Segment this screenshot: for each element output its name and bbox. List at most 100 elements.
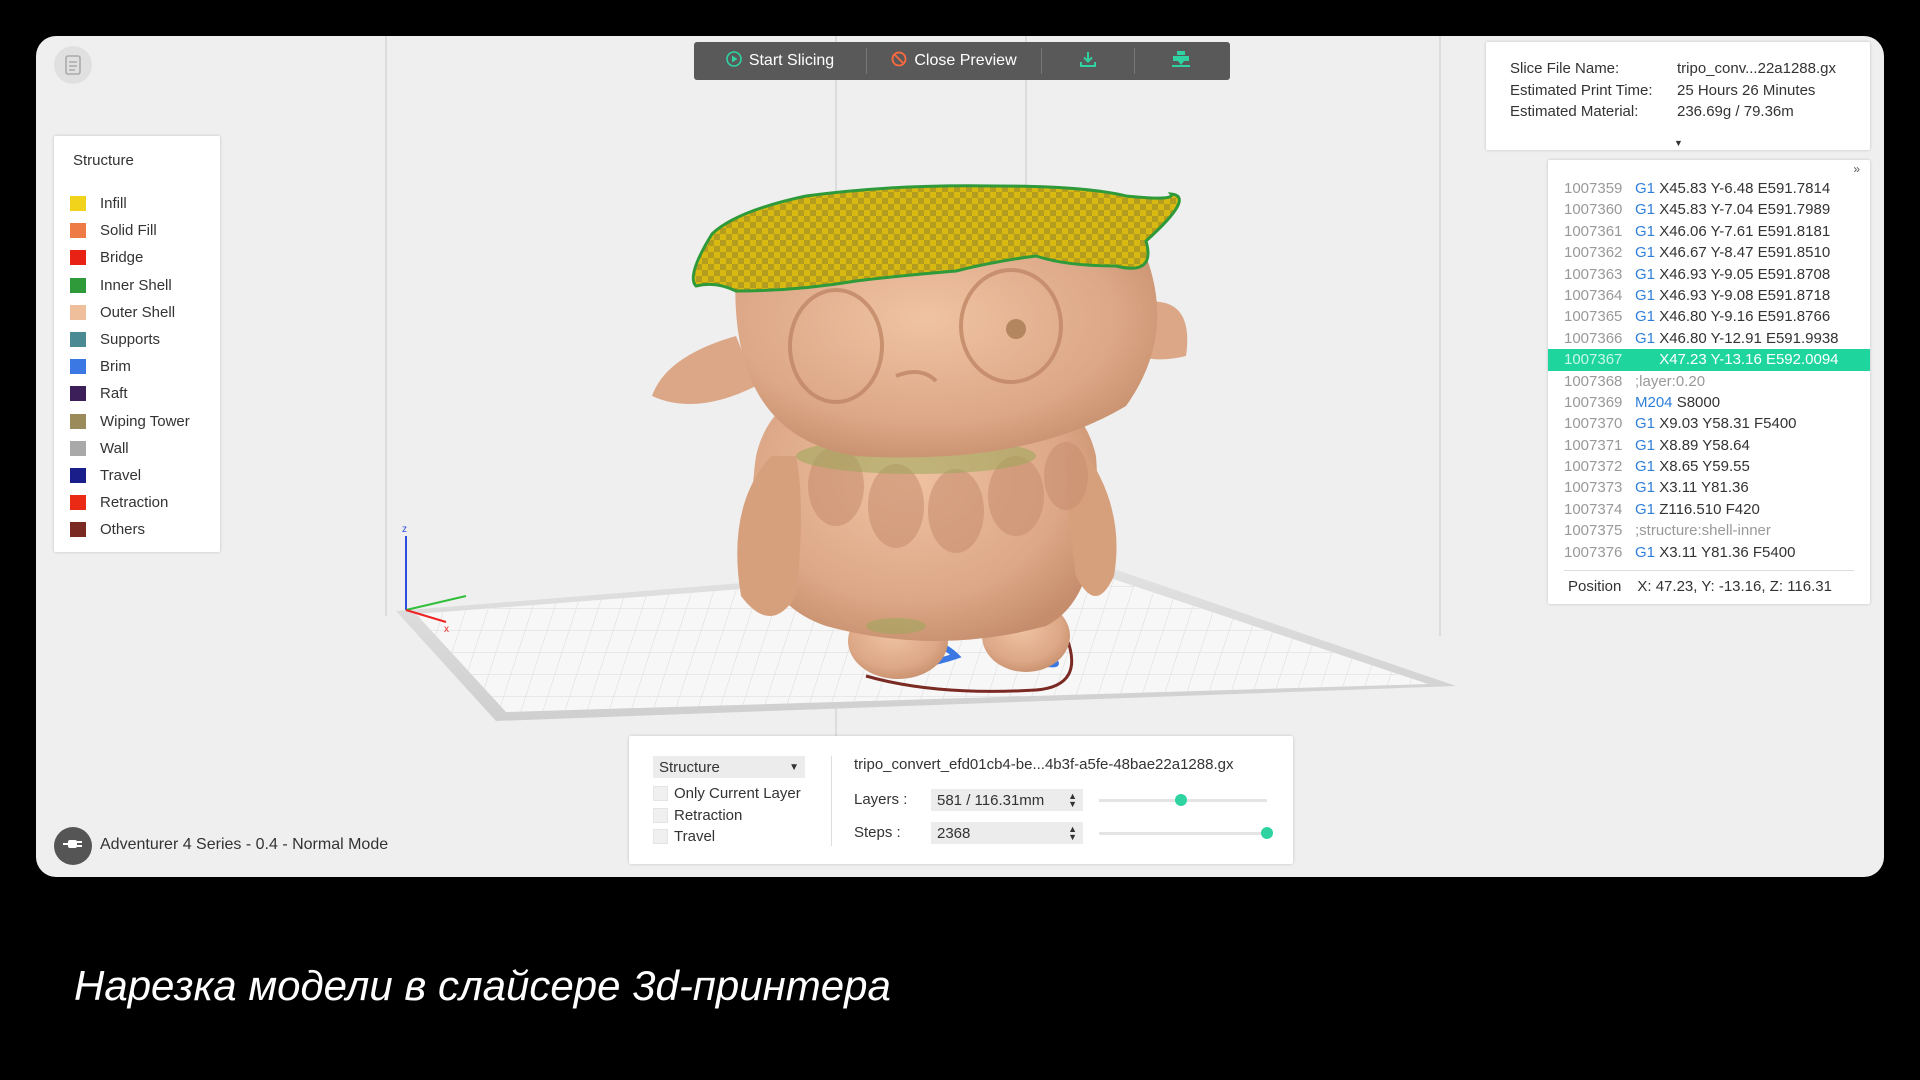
view-mode-select[interactable]: Structure ▼: [653, 756, 805, 778]
gcode-arguments: X8.89 Y58.64: [1659, 436, 1750, 454]
send-to-printer-button[interactable]: [1135, 42, 1227, 80]
legend-label: Supports: [100, 331, 161, 349]
file-icon[interactable]: [54, 46, 92, 84]
legend-item[interactable]: Solid Fill: [70, 217, 190, 244]
start-slicing-label: Start Slicing: [748, 52, 835, 69]
slice-file-name-value: tripo_conv...22a1288.gx: [1677, 60, 1837, 77]
retraction-checkbox[interactable]: [653, 808, 668, 823]
expand-icon[interactable]: »: [1853, 162, 1860, 176]
legend-item[interactable]: Retraction: [70, 489, 190, 516]
legend-item[interactable]: Travel: [70, 462, 190, 489]
gcode-line[interactable]: 1007366 G1 X46.80 Y-12.91 E591.9938: [1548, 328, 1870, 349]
steps-spinbox[interactable]: 2368 ▲ ▼: [931, 822, 1083, 844]
legend-item[interactable]: Wiping Tower: [70, 408, 190, 435]
steps-slider[interactable]: [1099, 827, 1273, 839]
gcode-line[interactable]: 1007359 G1 X45.83 Y-6.48 E591.7814: [1548, 178, 1870, 199]
only-current-layer-option[interactable]: Only Current Layer: [653, 785, 801, 802]
svg-text:x: x: [444, 624, 449, 635]
steps-value: 2368: [937, 824, 971, 842]
gcode-command: G1: [1635, 351, 1656, 369]
legend-item[interactable]: Bridge: [70, 244, 190, 271]
legend-label: Brim: [100, 358, 131, 376]
start-slicing-button[interactable]: Start Slicing: [694, 42, 866, 80]
travel-checkbox[interactable]: [653, 829, 668, 844]
gcode-command: G1: [1635, 180, 1656, 197]
gcode-line[interactable]: 1007371 G1 X8.89 Y58.64: [1548, 435, 1870, 456]
preview-control-panel: Structure ▼ Only Current Layer Retractio…: [629, 736, 1293, 864]
gcode-arguments: X8.65 Y59.55: [1659, 458, 1750, 476]
gcode-line[interactable]: 1007372 G1 X8.65 Y59.55: [1548, 456, 1870, 477]
legend-swatch: [70, 277, 86, 293]
gcode-line-number: 1007376: [1564, 543, 1623, 561]
gcode-line[interactable]: 1007369 M204 S8000: [1548, 392, 1870, 413]
legend-item[interactable]: Inner Shell: [70, 272, 190, 299]
gcode-file-name: tripo_convert_efd01cb4-be...4b3f-a5fe-48…: [854, 756, 1234, 773]
gcode-line[interactable]: 1007363 G1 X46.93 Y-9.05 E591.8708: [1548, 264, 1870, 285]
gcode-line[interactable]: 1007365 G1 X46.80 Y-9.16 E591.8766: [1548, 306, 1870, 327]
gcode-line[interactable]: 1007362 G1 X46.67 Y-8.47 E591.8510: [1548, 242, 1870, 263]
gcode-line[interactable]: 1007367 G1 X47.23 Y-13.16 E592.0094: [1548, 349, 1870, 371]
legend-item[interactable]: Raft: [70, 380, 190, 407]
print-time-row: Estimated Print Time: 25 Hours 26 Minute…: [1510, 82, 1815, 102]
only-current-layer-checkbox[interactable]: [653, 786, 668, 801]
printer-settings-button[interactable]: [54, 827, 92, 865]
gcode-command: G1: [1635, 543, 1656, 561]
gcode-line-number: 1007375: [1564, 522, 1623, 540]
export-button[interactable]: [1042, 42, 1134, 80]
gcode-command: G1: [1635, 329, 1656, 347]
structure-legend: Structure Infill Solid Fill Bridge Inner Sh…: [54, 136, 220, 552]
gcode-line[interactable]: 1007361 G1 X46.06 Y-7.61 E591.8181: [1548, 221, 1870, 242]
legend-item[interactable]: Others: [70, 516, 190, 543]
gcode-arguments: S8000: [1676, 393, 1721, 411]
legend-item[interactable]: Outer Shell: [70, 299, 190, 326]
top-toolbar: Start Slicing Close Preview: [694, 42, 1230, 80]
gcode-line[interactable]: 1007376 G1 X3.11 Y81.36 F5400: [1548, 542, 1870, 563]
spin-arrows-icon[interactable]: ▲ ▼: [1068, 792, 1077, 809]
legend-item[interactable]: Brim: [70, 353, 190, 380]
steps-slider-thumb[interactable]: [1261, 827, 1273, 839]
position-row: Position X: 47.23, Y: -13.16, Z: 116.31: [1568, 578, 1832, 595]
layers-spinbox[interactable]: 581 / 116.31mm ▲ ▼: [931, 789, 1083, 811]
travel-option[interactable]: Travel: [653, 828, 715, 845]
legend-swatch: [70, 495, 86, 511]
gcode-arguments: X46.80 Y-12.91 E591.9938: [1659, 329, 1839, 347]
legend-item[interactable]: Supports: [70, 326, 190, 353]
gcode-arguments: X46.06 Y-7.61 E591.8181: [1659, 222, 1831, 240]
gcode-command: G1: [1635, 265, 1656, 283]
gcode-arguments: X3.11 Y81.36: [1659, 479, 1749, 497]
layers-value: 581 / 116.31mm: [937, 791, 1045, 809]
gcode-command: G1: [1635, 415, 1656, 433]
gcode-line[interactable]: 1007360 G1 X45.83 Y-7.04 E591.7989: [1548, 199, 1870, 220]
gcode-list[interactable]: 1007359 G1 X45.83 Y-6.48 E591.7814 1007360…: [1548, 178, 1870, 563]
position-label: Position: [1568, 578, 1622, 595]
retraction-label: Retraction: [674, 807, 743, 824]
legend-item[interactable]: Infill: [70, 190, 190, 217]
plug-icon: [62, 836, 84, 857]
gcode-command: G1: [1635, 458, 1656, 476]
gcode-line-number: 1007359: [1564, 180, 1623, 197]
collapse-caret-icon[interactable]: ▼: [1674, 138, 1683, 148]
legend-item[interactable]: Wall: [70, 435, 190, 462]
gcode-line[interactable]: 1007374 G1 Z116.510 F420: [1548, 499, 1870, 520]
gcode-command: G1: [1635, 201, 1656, 219]
legend-swatch: [70, 359, 86, 375]
legend-swatch: [70, 413, 86, 429]
legend-label: Outer Shell: [100, 303, 176, 321]
layers-slider[interactable]: [1099, 794, 1267, 806]
gcode-line-number: 1007372: [1564, 458, 1623, 476]
gcode-line[interactable]: 1007373 G1 X3.11 Y81.36: [1548, 477, 1870, 498]
close-preview-button[interactable]: Close Preview: [867, 42, 1041, 80]
gcode-command: G1: [1635, 479, 1656, 497]
gcode-line-number: 1007361: [1564, 222, 1623, 240]
gcode-line[interactable]: 1007364 G1 X46.93 Y-9.08 E591.8718: [1548, 285, 1870, 306]
gcode-line[interactable]: 1007368 ;layer:0.20: [1548, 371, 1870, 392]
gcode-line[interactable]: 1007375 ;structure:shell-inner: [1548, 520, 1870, 541]
legend-label: Wiping Tower: [100, 412, 190, 430]
gcode-arguments: X47.23 Y-13.16 E592.0094: [1659, 351, 1839, 369]
spin-arrows-icon[interactable]: ▲ ▼: [1068, 825, 1077, 842]
layers-slider-thumb[interactable]: [1175, 794, 1188, 806]
gcode-line[interactable]: 1007370 G1 X9.03 Y58.31 F5400: [1548, 413, 1870, 434]
gcode-arguments: ;structure:shell-inner: [1635, 522, 1771, 540]
slide-caption: Нарезка модели в слайсере 3d-принтера: [74, 962, 891, 1009]
retraction-option[interactable]: Retraction: [653, 807, 742, 824]
